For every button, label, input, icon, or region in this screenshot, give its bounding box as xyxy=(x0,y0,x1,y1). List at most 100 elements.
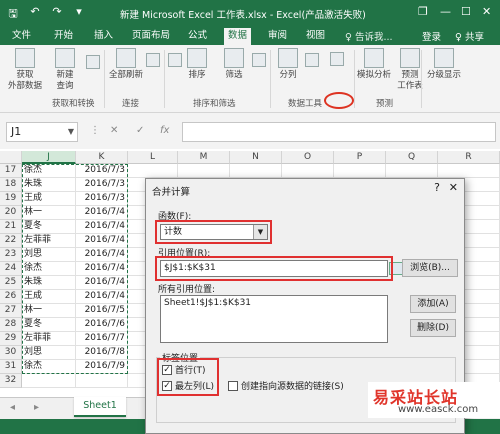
outline-button[interactable]: 分级显示 xyxy=(424,48,464,81)
empty-cell[interactable] xyxy=(230,164,282,178)
select-all-corner[interactable] xyxy=(0,151,22,164)
tab-data[interactable]: 数据 xyxy=(224,28,252,45)
next-sheet-icon[interactable]: ▸ xyxy=(34,402,39,413)
column-header-n[interactable]: N xyxy=(230,151,282,164)
column-header-r[interactable]: R xyxy=(438,151,500,164)
share-button[interactable]: ♀ 共享 xyxy=(455,29,484,43)
delete-button[interactable]: 删除(D) xyxy=(410,319,456,337)
row-header[interactable]: 28 xyxy=(0,318,22,332)
filter-icon xyxy=(224,48,244,68)
row-header[interactable]: 31 xyxy=(0,360,22,374)
cell-name[interactable] xyxy=(22,374,76,388)
tab-home[interactable]: 开始 xyxy=(50,28,77,45)
group-label-data-tools: 数据工具 xyxy=(288,99,323,109)
sheet-tab-sheet1[interactable]: Sheet1 xyxy=(74,397,126,417)
all-references-label: 所有引用位置: xyxy=(158,285,216,295)
tab-review[interactable]: 审阅 xyxy=(264,28,291,45)
row-header[interactable]: 25 xyxy=(0,276,22,290)
row-header[interactable]: 24 xyxy=(0,262,22,276)
row-header[interactable]: 29 xyxy=(0,332,22,346)
row-header[interactable]: 32 xyxy=(0,374,22,388)
row-header[interactable]: 17 xyxy=(0,164,22,178)
column-header-j[interactable]: J xyxy=(22,151,76,164)
cancel-entry-icon[interactable]: ✕ xyxy=(110,125,118,136)
tab-file[interactable]: 文件 xyxy=(8,28,35,45)
group-label-sort-filter: 排序和筛选 xyxy=(193,99,236,109)
what-if-analysis-button[interactable]: 模拟分析 xyxy=(352,48,396,81)
sign-in-link[interactable]: 登录 xyxy=(422,29,441,43)
text-to-columns-button[interactable]: 分列 xyxy=(274,48,302,81)
row-header[interactable]: 18 xyxy=(0,178,22,192)
show-queries-icon[interactable] xyxy=(86,53,100,71)
refresh-all-button[interactable]: 全部刷新 xyxy=(108,48,144,81)
row-header[interactable]: 23 xyxy=(0,248,22,262)
empty-cell[interactable] xyxy=(282,164,334,178)
quick-access-toolbar: 🖫 ↶ ↷ ▾ xyxy=(6,5,86,24)
copy-marquee-selection xyxy=(22,164,128,374)
help-icon[interactable]: ? xyxy=(434,181,440,194)
row-header[interactable]: 26 xyxy=(0,290,22,304)
all-references-list[interactable]: Sheet1!$J$1:$K$31 xyxy=(160,295,388,343)
column-header-p[interactable]: P xyxy=(334,151,386,164)
column-header-q[interactable]: Q xyxy=(386,151,438,164)
row-header[interactable]: 30 xyxy=(0,346,22,360)
row-header[interactable]: 19 xyxy=(0,192,22,206)
tab-formulas[interactable]: 公式 xyxy=(184,28,211,45)
filter-button[interactable]: 筛选 xyxy=(220,48,248,81)
flash-fill-icon[interactable] xyxy=(305,51,319,69)
maximize-icon[interactable]: ☐ xyxy=(461,5,471,18)
row-header[interactable]: 21 xyxy=(0,220,22,234)
excel-window: 🖫 ↶ ↷ ▾ 新建 Microsoft Excel 工作表.xlsx - Ex… xyxy=(0,0,500,434)
column-header-o[interactable]: O xyxy=(282,151,334,164)
empty-cell[interactable] xyxy=(334,164,386,178)
name-box[interactable]: J1 ▼ xyxy=(6,122,78,142)
cell-date[interactable] xyxy=(76,374,128,388)
reference-highlight-box xyxy=(155,256,393,281)
empty-cell[interactable] xyxy=(178,164,230,178)
prev-sheet-icon[interactable]: ◂ xyxy=(10,402,15,413)
connections-icon[interactable] xyxy=(146,51,160,69)
redo-icon[interactable]: ↷ xyxy=(50,5,64,24)
column-header-m[interactable]: M xyxy=(178,151,230,164)
outline-icon xyxy=(434,48,454,68)
row-header[interactable]: 27 xyxy=(0,304,22,318)
list-item[interactable]: Sheet1!$J$1:$K$31 xyxy=(164,298,384,308)
row-header[interactable]: 20 xyxy=(0,206,22,220)
watermark-url: www.easck.com xyxy=(398,404,479,415)
save-icon[interactable]: 🖫 xyxy=(6,5,20,24)
get-external-data-button[interactable]: 获取 外部数据 xyxy=(4,48,46,92)
sort-az-icon[interactable] xyxy=(168,51,182,69)
undo-icon[interactable]: ↶ xyxy=(28,5,42,24)
consolidate-icon[interactable] xyxy=(330,50,344,68)
label-options-highlight-box xyxy=(157,358,219,396)
tell-me-search[interactable]: ♀ 告诉我... xyxy=(345,29,393,43)
chevron-down-icon[interactable]: ▼ xyxy=(68,123,74,141)
browse-button[interactable]: 浏览(B)... xyxy=(402,259,458,277)
formula-input[interactable] xyxy=(182,122,496,142)
insert-function-icon[interactable]: fx xyxy=(160,125,169,136)
confirm-entry-icon[interactable]: ✓ xyxy=(136,125,144,136)
clear-filter-icon[interactable] xyxy=(252,51,266,69)
customize-qat-icon[interactable]: ▾ xyxy=(72,5,86,24)
tab-insert[interactable]: 插入 xyxy=(90,28,117,45)
sort-button[interactable]: 排序 xyxy=(186,48,208,81)
minimize-icon[interactable]: — xyxy=(440,5,451,18)
new-query-button[interactable]: 新建 查询 xyxy=(48,48,82,92)
column-header-k[interactable]: K xyxy=(76,151,128,164)
empty-cell[interactable] xyxy=(386,164,438,178)
ribbon-data: 获取 外部数据 新建 查询 全部刷新 排序 筛选 分列 模拟分析 预测 工作表 … xyxy=(0,45,500,113)
close-icon[interactable]: ✕ xyxy=(482,5,491,18)
formula-bar: J1 ▼ ⋮ ✕ ✓ fx xyxy=(0,113,500,149)
empty-cell[interactable] xyxy=(438,164,500,178)
add-button[interactable]: 添加(A) xyxy=(410,295,456,313)
tab-page-layout[interactable]: 页面布局 xyxy=(128,28,174,45)
tab-view[interactable]: 视图 xyxy=(302,28,329,45)
empty-cell[interactable] xyxy=(128,164,178,178)
title-bar: 🖫 ↶ ↷ ▾ 新建 Microsoft Excel 工作表.xlsx - Ex… xyxy=(0,0,500,26)
ribbon-display-icon[interactable]: ❐ xyxy=(418,5,428,18)
create-links-checkbox[interactable]: 创建指向源数据的链接(S) xyxy=(228,379,344,392)
dialog-close-icon[interactable]: ✕ xyxy=(449,181,458,194)
column-header-l[interactable]: L xyxy=(128,151,178,164)
row-header[interactable]: 22 xyxy=(0,234,22,248)
options-dots-icon: ⋮ xyxy=(90,125,100,136)
